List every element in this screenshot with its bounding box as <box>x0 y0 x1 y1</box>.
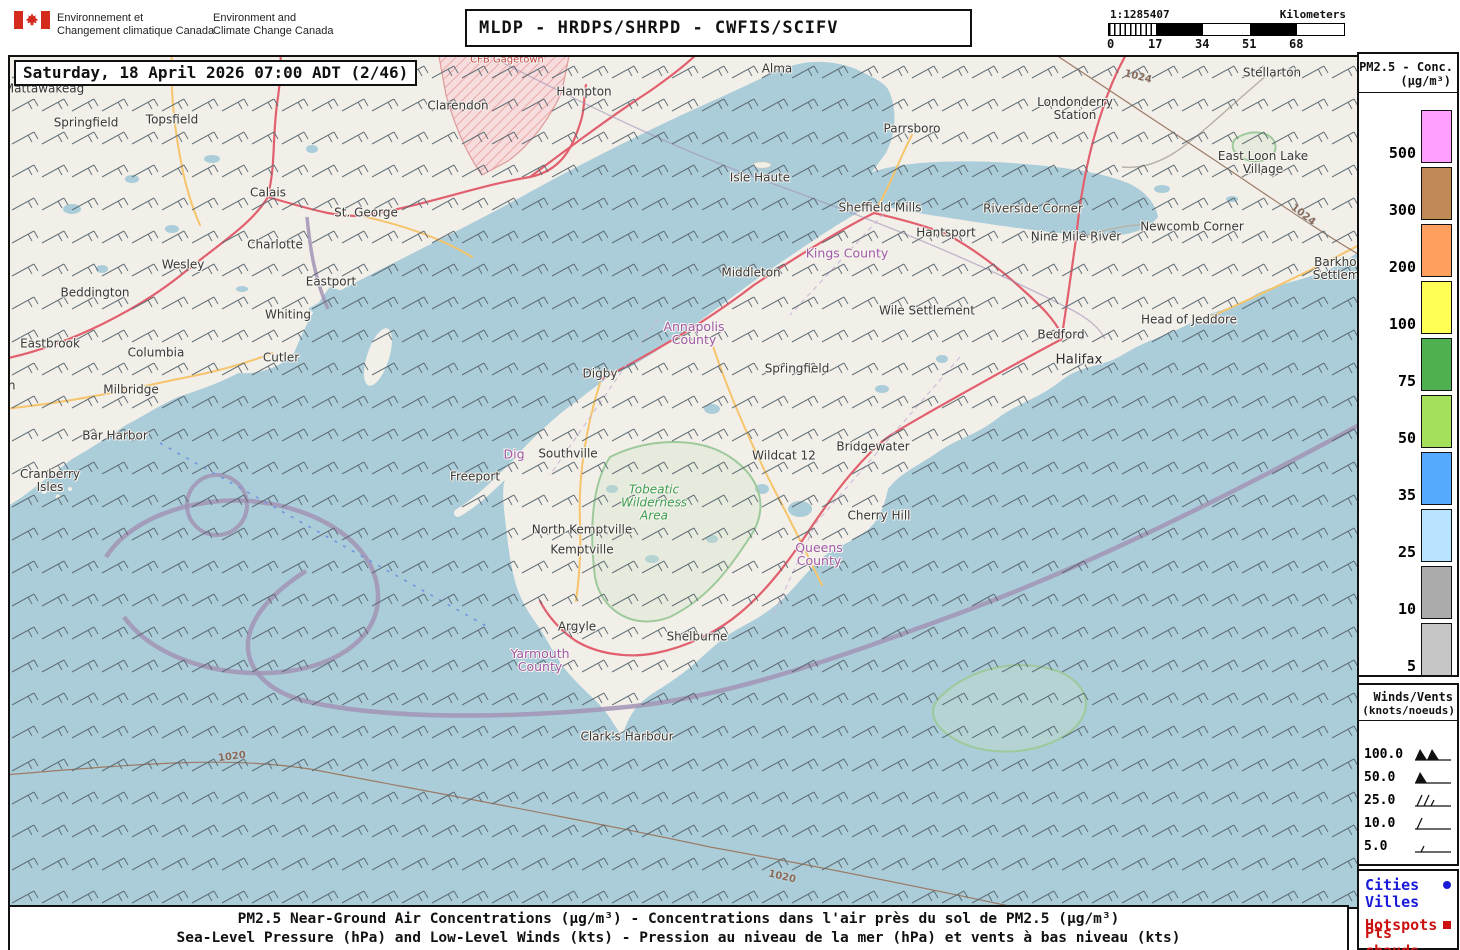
overlay-legend-panel: Cities Villes Hotspots Pts chauds <box>1357 869 1459 950</box>
caption-line2: Sea-Level Pressure (hPa) and Low-Level W… <box>176 929 1181 946</box>
legend-swatch <box>1421 566 1452 619</box>
logo-text-english: Environment and Climate Change Canada <box>213 12 334 37</box>
legend-swatch <box>1421 509 1452 562</box>
divider <box>1359 720 1457 721</box>
scalebar-segment <box>1250 24 1297 35</box>
scale-unit: Kilometers <box>1279 8 1346 21</box>
scalebar-tick: 17 <box>1148 37 1163 51</box>
legend-value: 200 <box>1388 258 1416 276</box>
model-title-box: MLDP - HRDPS/SHRPD - CWFIS/SCIFV <box>465 9 972 47</box>
map-scalebar: 1:1285407 Kilometers 0 17 34 51 68 <box>1107 8 1346 54</box>
legend-swatch <box>1421 167 1452 220</box>
caption-box: PM2.5 Near-Ground Air Concentrations (µg… <box>8 905 1349 950</box>
caption-line1: PM2.5 Near-Ground Air Concentrations (µg… <box>237 910 1120 927</box>
scalebar-segment <box>1109 24 1156 35</box>
winds-legend-panel: Winds/Vents (knots/noeuds) 100.0 50.0 25.0… <box>1357 683 1459 866</box>
forecast-map: MattawakeagLincolnSpringfieldTopsfieldCa… <box>8 55 1359 909</box>
wind-legend-row: 50.0 <box>1359 766 1457 789</box>
legend-swatch <box>1421 281 1452 334</box>
scale-ratio: 1:1285407 <box>1110 8 1170 21</box>
legend-swatch <box>1421 338 1452 391</box>
valid-time-box: Saturday, 18 April 2026 07:00 ADT (2/46) <box>14 60 418 86</box>
legend-value: 25 <box>1397 543 1416 561</box>
app-window: Environnement et Changement climatique C… <box>0 0 1460 950</box>
winds-legend-title: Winds/Vents <box>1373 690 1453 704</box>
legend-value: 10 <box>1397 600 1416 618</box>
legend-swatch <box>1421 395 1452 448</box>
scalebar-segments <box>1108 23 1345 36</box>
logo-text-french: Environnement et Changement climatique C… <box>57 12 215 37</box>
wind-legend-row: 25.0 <box>1359 789 1457 812</box>
cities-label-en: Cities <box>1365 875 1420 894</box>
scalebar-tick: 68 <box>1289 37 1304 51</box>
wind-legend-row: 100.0 <box>1359 743 1457 766</box>
legend-row: 100 <box>1359 277 1457 334</box>
legend-row: 10 <box>1359 562 1457 619</box>
scalebar-segment <box>1156 24 1203 35</box>
wind-speed-value: 5.0 <box>1364 839 1388 854</box>
scalebar-segment <box>1297 24 1344 35</box>
pennant-1-icon <box>1415 771 1451 784</box>
legend-swatch <box>1421 224 1452 277</box>
wind-speed-value: 100.0 <box>1364 747 1404 762</box>
legend-row: 50 <box>1359 391 1457 448</box>
legend-value: 75 <box>1397 372 1416 390</box>
legend-value: 100 <box>1388 315 1416 333</box>
pm25-legend-panel: PM2.5 - Conc. (µg/m³) 500 300 200 100 75 50 35… <box>1357 52 1459 677</box>
model-title: MLDP - HRDPS/SHRPD - CWFIS/SCIFV <box>479 18 839 38</box>
legend-row: 25 <box>1359 505 1457 562</box>
legend-value: 300 <box>1388 201 1416 219</box>
legend-swatch <box>1421 110 1452 163</box>
legend-value: 35 <box>1397 486 1416 504</box>
barb-10-icon <box>1415 817 1451 830</box>
legend-row: 200 <box>1359 220 1457 277</box>
legend-value: 5 <box>1406 657 1416 675</box>
pennant-2-icon <box>1415 748 1451 761</box>
scalebar-tick: 34 <box>1195 37 1210 51</box>
pm25-legend-title: PM2.5 - Conc. <box>1359 60 1453 74</box>
valid-time-label: Saturday, 18 April 2026 07:00 ADT (2/46) <box>23 63 409 82</box>
wind-barb-field <box>10 57 1357 907</box>
scalebar-tick: 51 <box>1242 37 1257 51</box>
canada-flag-icon <box>14 11 50 29</box>
legend-swatch <box>1421 452 1452 505</box>
city-marker-icon <box>1443 880 1451 889</box>
wind-speed-value: 50.0 <box>1364 770 1396 785</box>
legend-value: 500 <box>1388 144 1416 162</box>
legend-row: 35 <box>1359 448 1457 505</box>
scalebar-tick: 0 <box>1107 37 1115 51</box>
scalebar-segment <box>1203 24 1250 35</box>
wind-legend-row: 5.0 <box>1359 835 1457 858</box>
legend-swatch <box>1421 623 1452 676</box>
legend-row: 75 <box>1359 334 1457 391</box>
pm25-legend-units: (µg/m³) <box>1400 74 1451 88</box>
pm25-scale: 500 300 200 100 75 50 35 25 10 5 <box>1359 106 1457 676</box>
winds-legend-units: (knots/noeuds) <box>1362 704 1455 717</box>
legend-row: 300 <box>1359 163 1457 220</box>
scalebar-ticks: 0 17 34 51 68 <box>1107 37 1346 53</box>
barb-25-icon <box>1415 794 1451 807</box>
basemap-graphics <box>10 57 1357 907</box>
header-bar: Environnement et Changement climatique C… <box>0 0 1460 55</box>
legend-value: 50 <box>1397 429 1416 447</box>
hotspots-label-fr: Pts chauds <box>1365 923 1419 950</box>
wind-speed-value: 25.0 <box>1364 793 1396 808</box>
divider <box>1359 92 1457 93</box>
winds-scale: 100.0 50.0 25.0 10.0 5.0 <box>1359 743 1457 858</box>
wind-speed-value: 10.0 <box>1364 816 1396 831</box>
cities-label-fr: Villes <box>1365 892 1420 911</box>
legend-row: 500 <box>1359 106 1457 163</box>
wind-legend-row: 10.0 <box>1359 812 1457 835</box>
legend-row: 5 <box>1359 619 1457 676</box>
barb-5-icon <box>1415 845 1451 853</box>
